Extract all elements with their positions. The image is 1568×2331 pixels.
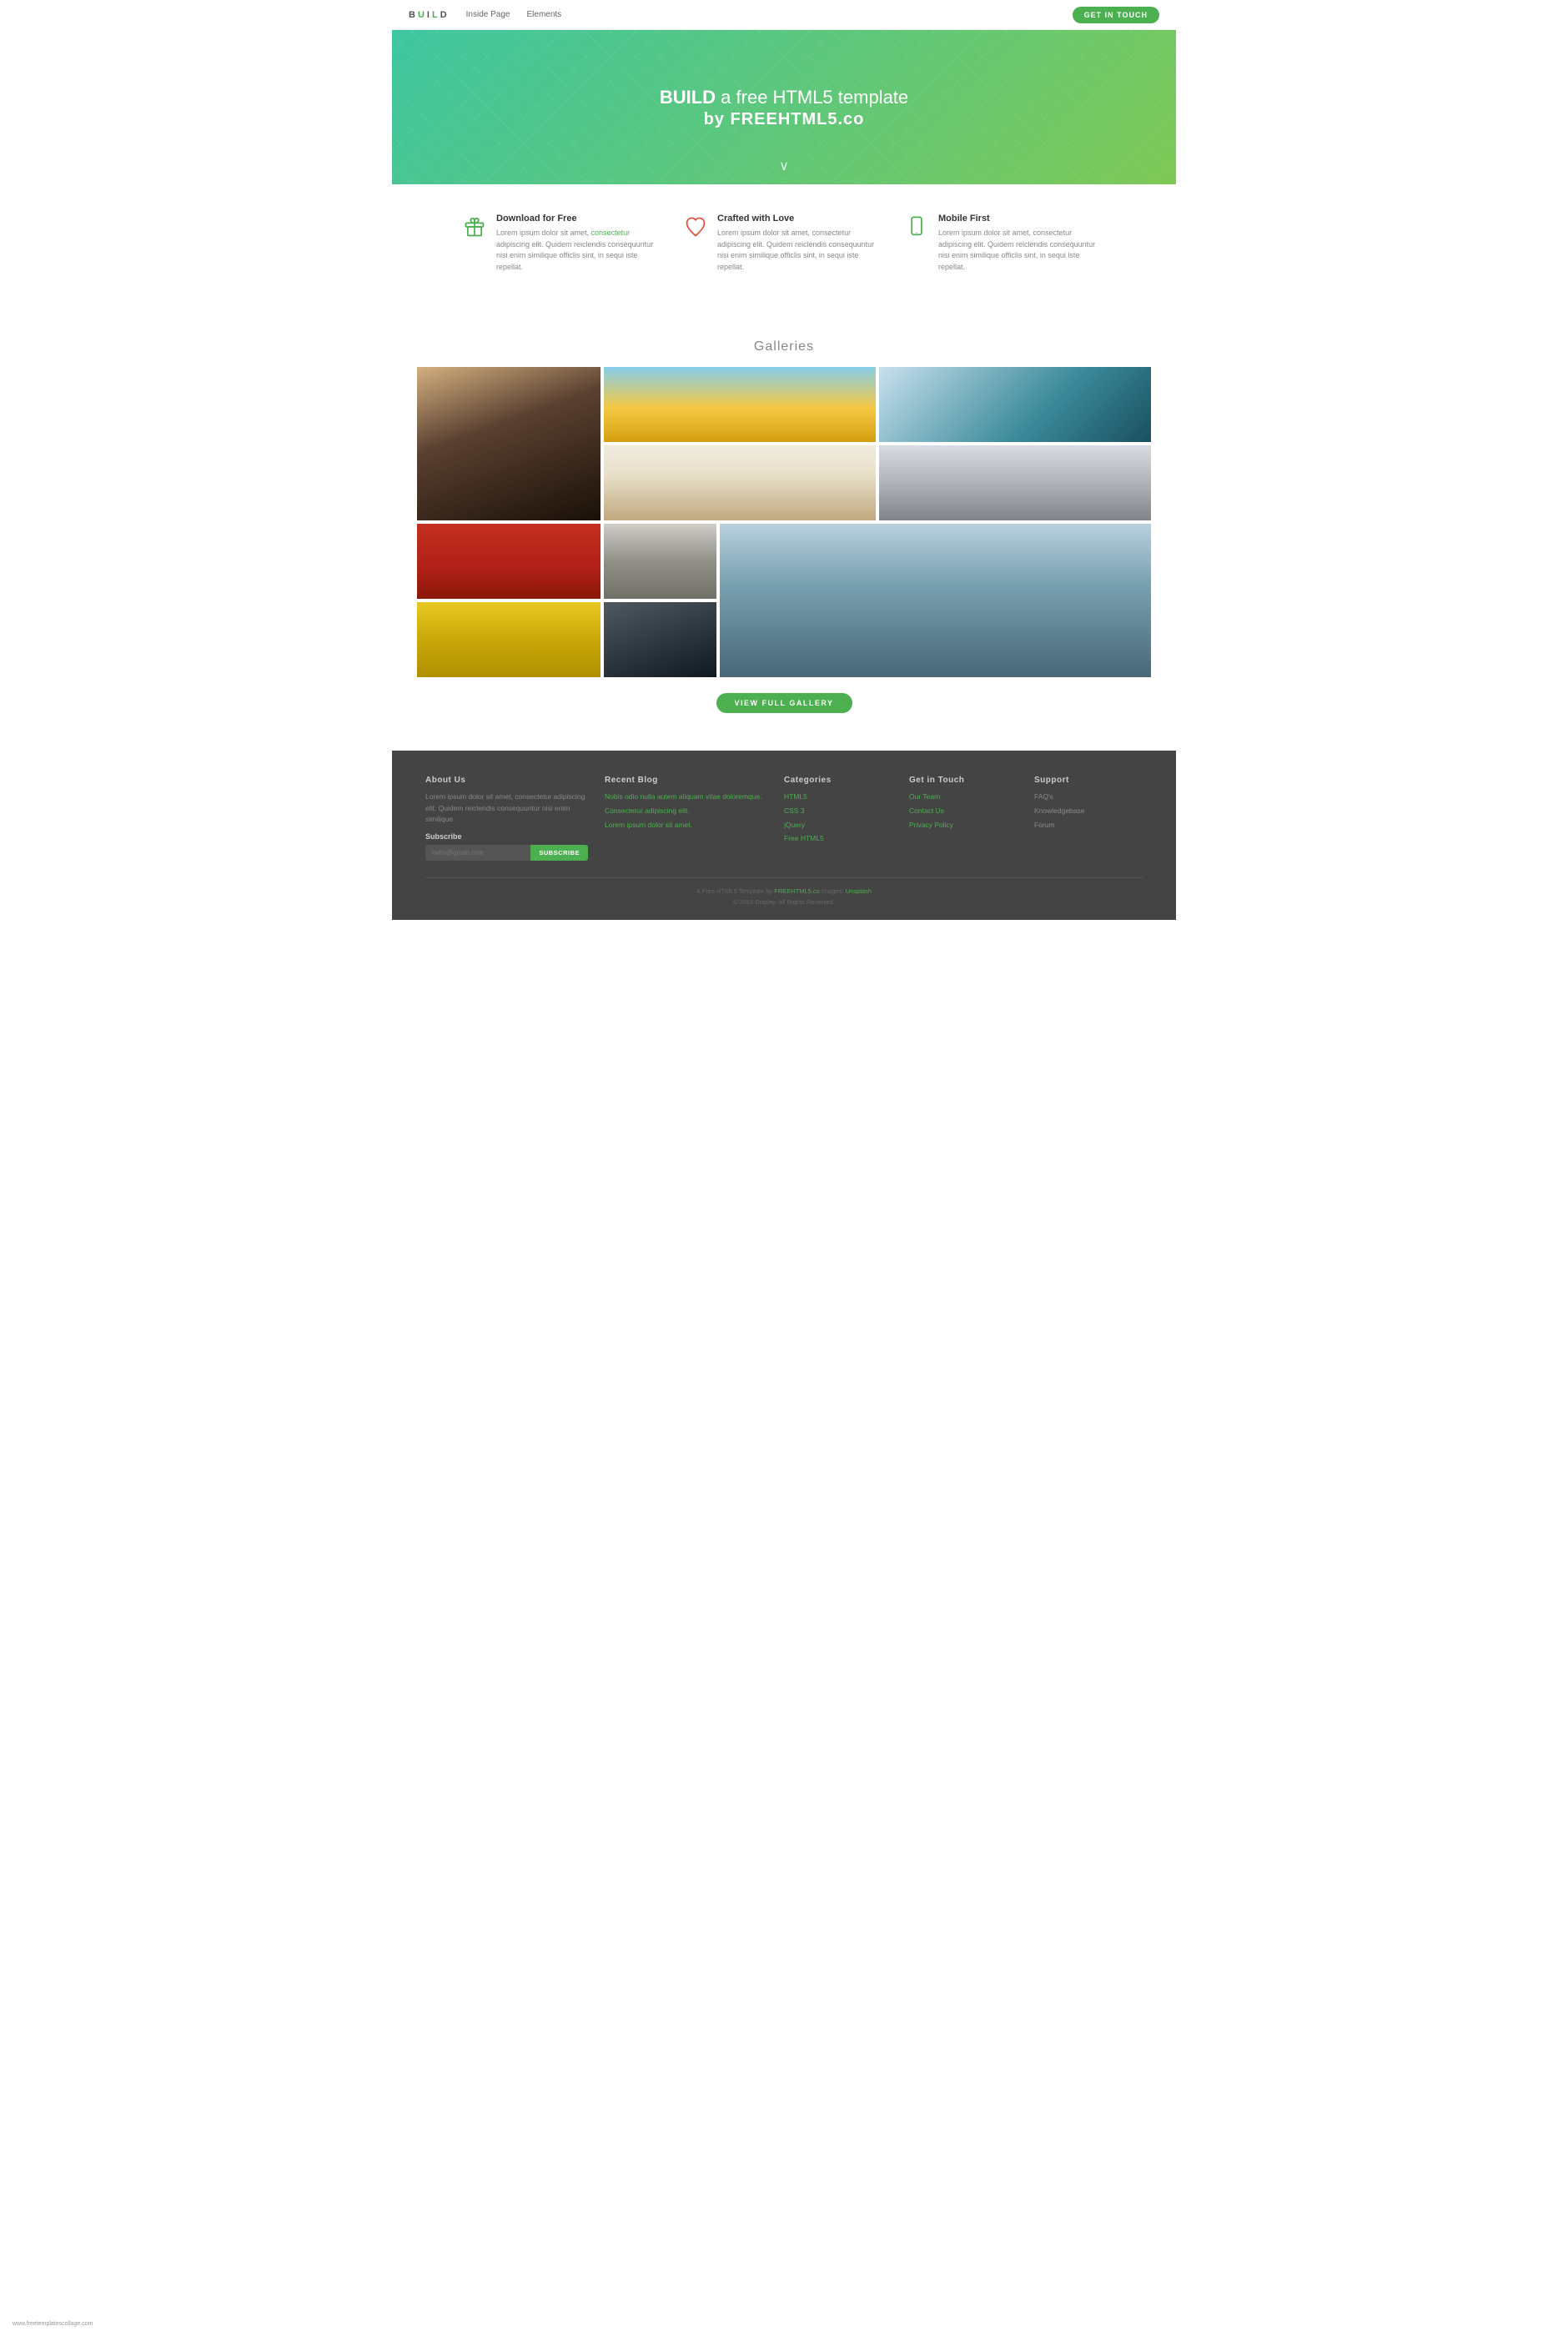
footer: About Us Lorem ipsum dolor sit amet, con… — [392, 751, 1176, 920]
brand-logo: BUILD — [409, 10, 450, 20]
footer-bottom: A Free HTML5 Template by FREEHTML5.co Im… — [425, 877, 1143, 908]
feature-download-title: Download for Free — [496, 214, 663, 224]
footer-support-forum[interactable]: Forum — [1034, 820, 1143, 831]
footer-url: www.freetemplatescollage.com — [13, 2321, 93, 2327]
spacer1 — [392, 298, 1176, 331]
gallery-img-10[interactable] — [720, 524, 1151, 677]
footer-touch-title: Get in Touch — [909, 776, 1018, 785]
gallery-img-4[interactable] — [604, 445, 876, 520]
footer-about-text: Lorem ipsum dolor sit amet, consectetur … — [425, 791, 588, 826]
feature-download-text: Download for Free Lorem ipsum dolor sit … — [496, 214, 663, 273]
footer-categories-title: Categories — [784, 776, 892, 785]
gallery-btn-wrap: VIEW FULL GALLERY — [417, 681, 1151, 734]
gallery-mid-col — [604, 524, 716, 677]
footer-support: Support FAQ's Knowledgebase Forum — [1034, 776, 1143, 861]
subscribe-button[interactable]: SUBSCRIBE — [530, 845, 588, 861]
view-full-gallery-button[interactable]: VIEW FULL GALLERY — [716, 693, 852, 713]
gallery-img-5[interactable] — [879, 445, 1151, 520]
feature-download-link[interactable]: consectetur — [591, 229, 631, 237]
footer-blog-link-3[interactable]: Lorem ipsum dolor sit amet. — [605, 820, 767, 831]
footer-columns: About Us Lorem ipsum dolor sit amet, con… — [425, 776, 1143, 861]
footer-touch-team[interactable]: Our Team — [909, 791, 1018, 802]
hero-subtitle: by FREEHTML5.co — [660, 110, 908, 129]
features-section: Download for Free Lorem ipsum dolor sit … — [392, 184, 1176, 298]
footer-get-in-touch: Get in Touch Our Team Contact Us Privacy… — [909, 776, 1018, 861]
feature-mobile-title: Mobile First — [938, 214, 1105, 224]
footer-unsplash-link[interactable]: Unsplash — [846, 887, 872, 895]
gallery-row-1-right — [604, 367, 1151, 442]
heart-icon — [684, 215, 707, 239]
gallery-row-1 — [417, 367, 1151, 520]
nav-inside-page[interactable]: Inside Page — [466, 10, 510, 19]
hero-suffix: a free HTML5 template — [721, 87, 908, 108]
footer-touch-privacy[interactable]: Privacy Policy — [909, 820, 1018, 831]
gallery-row-2 — [417, 524, 1151, 677]
hero-section: BUILD a free HTML5 template by FREEHTML5… — [392, 30, 1176, 184]
gallery-left-col — [417, 524, 601, 677]
footer-blog-title: Recent Blog — [605, 776, 767, 785]
feature-love-text: Crafted with Love Lorem ipsum dolor sit … — [717, 214, 884, 273]
subscribe-label: Subscribe — [425, 832, 588, 841]
gallery-right-group — [604, 367, 1151, 520]
footer-cat-freehtml5[interactable]: Free HTML5 — [784, 833, 892, 844]
scroll-down-arrow: ∨ — [779, 158, 789, 174]
gallery-img-7[interactable] — [417, 602, 601, 677]
feature-mobile: Mobile First Lorem ipsum dolor sit amet,… — [905, 214, 1105, 273]
galleries-title: Galleries — [417, 339, 1151, 354]
subscribe-input[interactable] — [425, 845, 530, 861]
feature-love-title: Crafted with Love — [717, 214, 884, 224]
navbar-left: BUILD Inside Page Elements — [409, 10, 561, 20]
galleries-section: Galleries — [392, 331, 1176, 751]
feature-love: Crafted with Love Lorem ipsum dolor sit … — [684, 214, 884, 273]
hero-bold: BUILD — [660, 87, 716, 108]
gallery-img-8[interactable] — [604, 524, 716, 599]
mobile-icon — [905, 215, 928, 239]
footer-cat-jquery[interactable]: jQuery — [784, 820, 892, 831]
footer-cat-css3[interactable]: CSS 3 — [784, 806, 892, 816]
gallery-img-9[interactable] — [604, 602, 716, 677]
footer-blog-link-2[interactable]: Consectetur adipiscing elit. — [605, 806, 767, 816]
footer-support-title: Support — [1034, 776, 1143, 785]
footer-categories: Categories HTML5 CSS 3 jQuery Free HTML5 — [784, 776, 892, 861]
footer-touch-contact[interactable]: Contact Us — [909, 806, 1018, 816]
footer-support-kb[interactable]: Knowledgebase — [1034, 806, 1143, 816]
gallery-row-1-right2 — [604, 445, 1151, 520]
hero-title: BUILD a free HTML5 template — [660, 85, 908, 111]
feature-download-body: Lorem ipsum dolor sit amet, consectetur … — [496, 228, 663, 273]
subscribe-form: SUBSCRIBE — [425, 845, 588, 861]
gallery-img-1[interactable] — [417, 367, 601, 520]
footer-blog-link-1[interactable]: Nobis odio nulla autem aliquam vitae dol… — [605, 791, 767, 802]
nav-elements[interactable]: Elements — [526, 10, 561, 19]
footer-copyright: © 2015 Display. All Rights Reserved. — [425, 897, 1143, 908]
feature-mobile-body: Lorem ipsum dolor sit amet, consectetur … — [938, 228, 1105, 273]
gallery-img-3[interactable] — [879, 367, 1151, 442]
footer-about-title: About Us — [425, 776, 588, 785]
get-in-touch-button[interactable]: GET IN TOUCH — [1073, 7, 1159, 23]
feature-mobile-text: Mobile First Lorem ipsum dolor sit amet,… — [938, 214, 1105, 273]
footer-blog: Recent Blog Nobis odio nulla autem aliqu… — [605, 776, 767, 861]
feature-love-body: Lorem ipsum dolor sit amet, consectetur … — [717, 228, 884, 273]
footer-brand-link[interactable]: FREEHTML5.co — [774, 887, 820, 895]
gallery-img-6[interactable] — [417, 524, 601, 599]
footer-cat-html5[interactable]: HTML5 — [784, 791, 892, 802]
navbar: BUILD Inside Page Elements GET IN TOUCH — [392, 0, 1176, 30]
footer-about: About Us Lorem ipsum dolor sit amet, con… — [425, 776, 588, 861]
feature-download: Download for Free Lorem ipsum dolor sit … — [463, 214, 663, 273]
hero-content: BUILD a free HTML5 template by FREEHTML5… — [660, 85, 908, 130]
gallery-img-2[interactable] — [604, 367, 876, 442]
gift-icon — [463, 215, 486, 239]
footer-support-faq[interactable]: FAQ's — [1034, 791, 1143, 802]
footer-credit: A Free HTML5 Template by FREEHTML5.co Im… — [425, 887, 1143, 897]
